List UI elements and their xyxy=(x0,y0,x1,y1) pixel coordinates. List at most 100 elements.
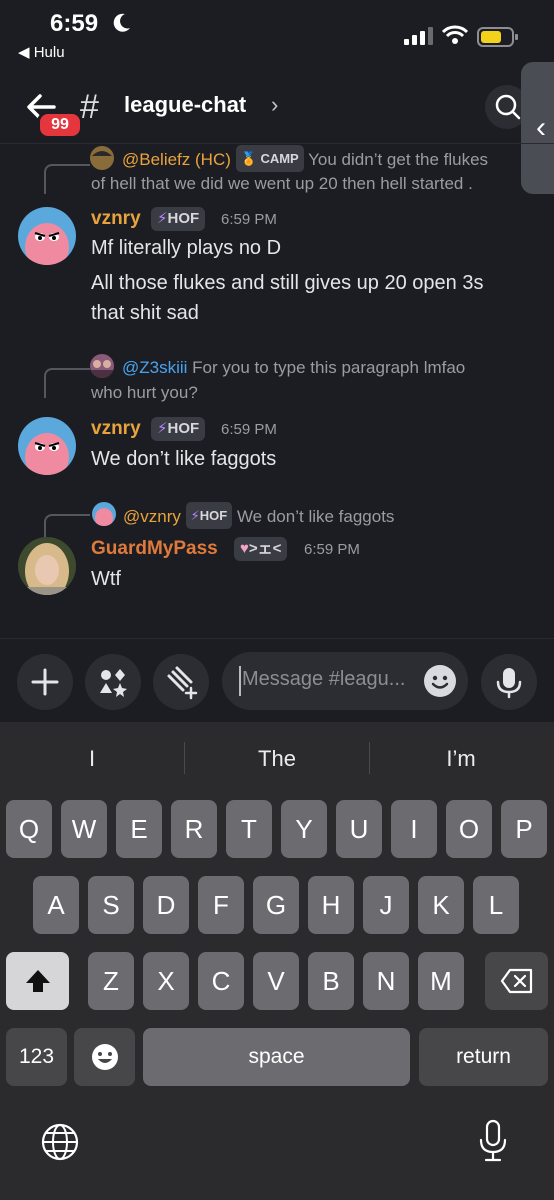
key-i[interactable]: I xyxy=(391,800,437,858)
key-b[interactable]: B xyxy=(308,952,354,1010)
reply-username: @Z3skiii xyxy=(122,358,188,377)
reply-preview[interactable]: @Beliefz (HC) 🏅 CAMP You didn’t get the … xyxy=(122,145,488,172)
avatar[interactable] xyxy=(18,537,76,595)
notification-badge: 99 xyxy=(37,111,83,139)
key-f[interactable]: F xyxy=(198,876,244,934)
reply-avatar xyxy=(90,146,114,170)
reply-snippet: You didn’t get the flukes xyxy=(308,150,489,169)
lightning-icon: ⚡ xyxy=(157,210,168,227)
suggestion-2[interactable]: The xyxy=(217,746,337,772)
add-attachment-button[interactable] xyxy=(17,654,73,710)
message-author[interactable]: vznry xyxy=(91,418,141,440)
message-text: that shit sad xyxy=(91,302,199,324)
suggestion-3[interactable]: I’m xyxy=(401,746,521,772)
key-r[interactable]: R xyxy=(171,800,217,858)
lightning-icon: ⚡ xyxy=(157,420,168,437)
message-text: All those flukes and still gives up 20 o… xyxy=(91,272,484,294)
composer-divider xyxy=(0,638,554,639)
role-tag-hof: ⚡HOF xyxy=(151,417,206,441)
backspace-icon xyxy=(500,968,532,994)
message-placeholder: Message #leagu... xyxy=(242,668,406,690)
emoji-button[interactable] xyxy=(424,665,456,697)
message-time: 6:59 PM xyxy=(221,211,277,228)
gift-button[interactable] xyxy=(153,654,209,710)
reply-connector xyxy=(44,164,90,194)
key-o[interactable]: O xyxy=(446,800,492,858)
key-t[interactable]: T xyxy=(226,800,272,858)
channel-title[interactable]: league-chat xyxy=(124,92,246,118)
reply-avatar xyxy=(90,354,114,378)
nitro-icon xyxy=(167,666,198,700)
message-text: Mf literally plays no D xyxy=(91,237,282,259)
suggestion-divider xyxy=(369,742,370,774)
role-tag: ♥>ェ< xyxy=(234,537,288,561)
key-j[interactable]: J xyxy=(363,876,409,934)
emoji-key[interactable] xyxy=(74,1028,135,1086)
key-u[interactable]: U xyxy=(336,800,382,858)
avatar[interactable] xyxy=(18,207,76,265)
emoji-keyboard-icon xyxy=(91,1044,118,1070)
apps-button[interactable] xyxy=(85,654,141,710)
voice-message-button[interactable] xyxy=(481,654,537,710)
wifi-icon xyxy=(442,25,468,44)
role-tag: ⚡HOF xyxy=(185,502,233,529)
message-author[interactable]: vznry xyxy=(91,208,141,230)
numbers-key[interactable]: 123 xyxy=(6,1028,67,1086)
message-input[interactable]: Message #leagu... xyxy=(222,652,468,710)
key-h[interactable]: H xyxy=(308,876,354,934)
role-tag: 🏅 CAMP xyxy=(235,145,304,172)
reply-preview[interactable]: @vznry ⚡HOF We don’t like faggots xyxy=(123,502,394,529)
key-x[interactable]: X xyxy=(143,952,189,1010)
message-text: We don’t like faggots xyxy=(91,448,277,470)
message-text: Wtf xyxy=(91,568,121,590)
key-y[interactable]: Y xyxy=(281,800,327,858)
suggestion-1[interactable]: I xyxy=(32,746,152,772)
key-g[interactable]: G xyxy=(253,876,299,934)
reply-avatar xyxy=(92,502,116,526)
shift-key[interactable] xyxy=(6,952,69,1010)
return-key[interactable]: return xyxy=(419,1028,548,1086)
globe-icon[interactable] xyxy=(40,1122,80,1162)
back-app-label: Hulu xyxy=(33,44,65,61)
reply-username: @Beliefz (HC) xyxy=(122,150,231,169)
header-divider xyxy=(0,143,554,144)
message-author[interactable]: GuardMyPass xyxy=(91,538,218,560)
back-to-app-link[interactable]: ◀ Hulu xyxy=(18,43,65,61)
key-a[interactable]: A xyxy=(33,876,79,934)
key-k[interactable]: K xyxy=(418,876,464,934)
key-m[interactable]: M xyxy=(418,952,464,1010)
members-panel-handle[interactable]: ‹ xyxy=(521,62,554,194)
reply-snippet-line2: who hurt you? xyxy=(91,383,198,402)
reply-username: @vznry xyxy=(123,507,181,526)
key-c[interactable]: C xyxy=(198,952,244,1010)
battery-icon xyxy=(477,27,518,47)
key-e[interactable]: E xyxy=(116,800,162,858)
reply-preview[interactable]: @Z3skiii For you to type this paragraph … xyxy=(122,355,465,380)
signal-icon xyxy=(404,27,433,45)
apps-icon xyxy=(100,669,127,697)
role-tag-hof: ⚡HOF xyxy=(151,207,206,231)
space-key[interactable]: space xyxy=(143,1028,410,1086)
key-z[interactable]: Z xyxy=(88,952,134,1010)
reply-snippet: We don’t like faggots xyxy=(236,507,395,526)
key-p[interactable]: P xyxy=(501,800,547,858)
backspace-key[interactable] xyxy=(485,952,548,1010)
key-n[interactable]: N xyxy=(363,952,409,1010)
microphone-icon xyxy=(496,668,522,699)
key-w[interactable]: W xyxy=(61,800,107,858)
key-l[interactable]: L xyxy=(473,876,519,934)
channel-hash-icon: # xyxy=(80,88,99,126)
key-s[interactable]: S xyxy=(88,876,134,934)
reply-connector xyxy=(44,368,90,398)
avatar[interactable] xyxy=(18,417,76,475)
key-v[interactable]: V xyxy=(253,952,299,1010)
message-time: 6:59 PM xyxy=(221,421,277,438)
moon-icon xyxy=(113,13,130,32)
suggestion-divider xyxy=(184,742,185,774)
plus-icon xyxy=(31,668,59,696)
dictation-microphone-icon[interactable] xyxy=(478,1118,508,1164)
chevron-right-icon[interactable]: › xyxy=(271,92,278,118)
key-d[interactable]: D xyxy=(143,876,189,934)
key-q[interactable]: Q xyxy=(6,800,52,858)
reply-snippet-line2: of hell that we did we went up 20 then h… xyxy=(91,174,473,193)
